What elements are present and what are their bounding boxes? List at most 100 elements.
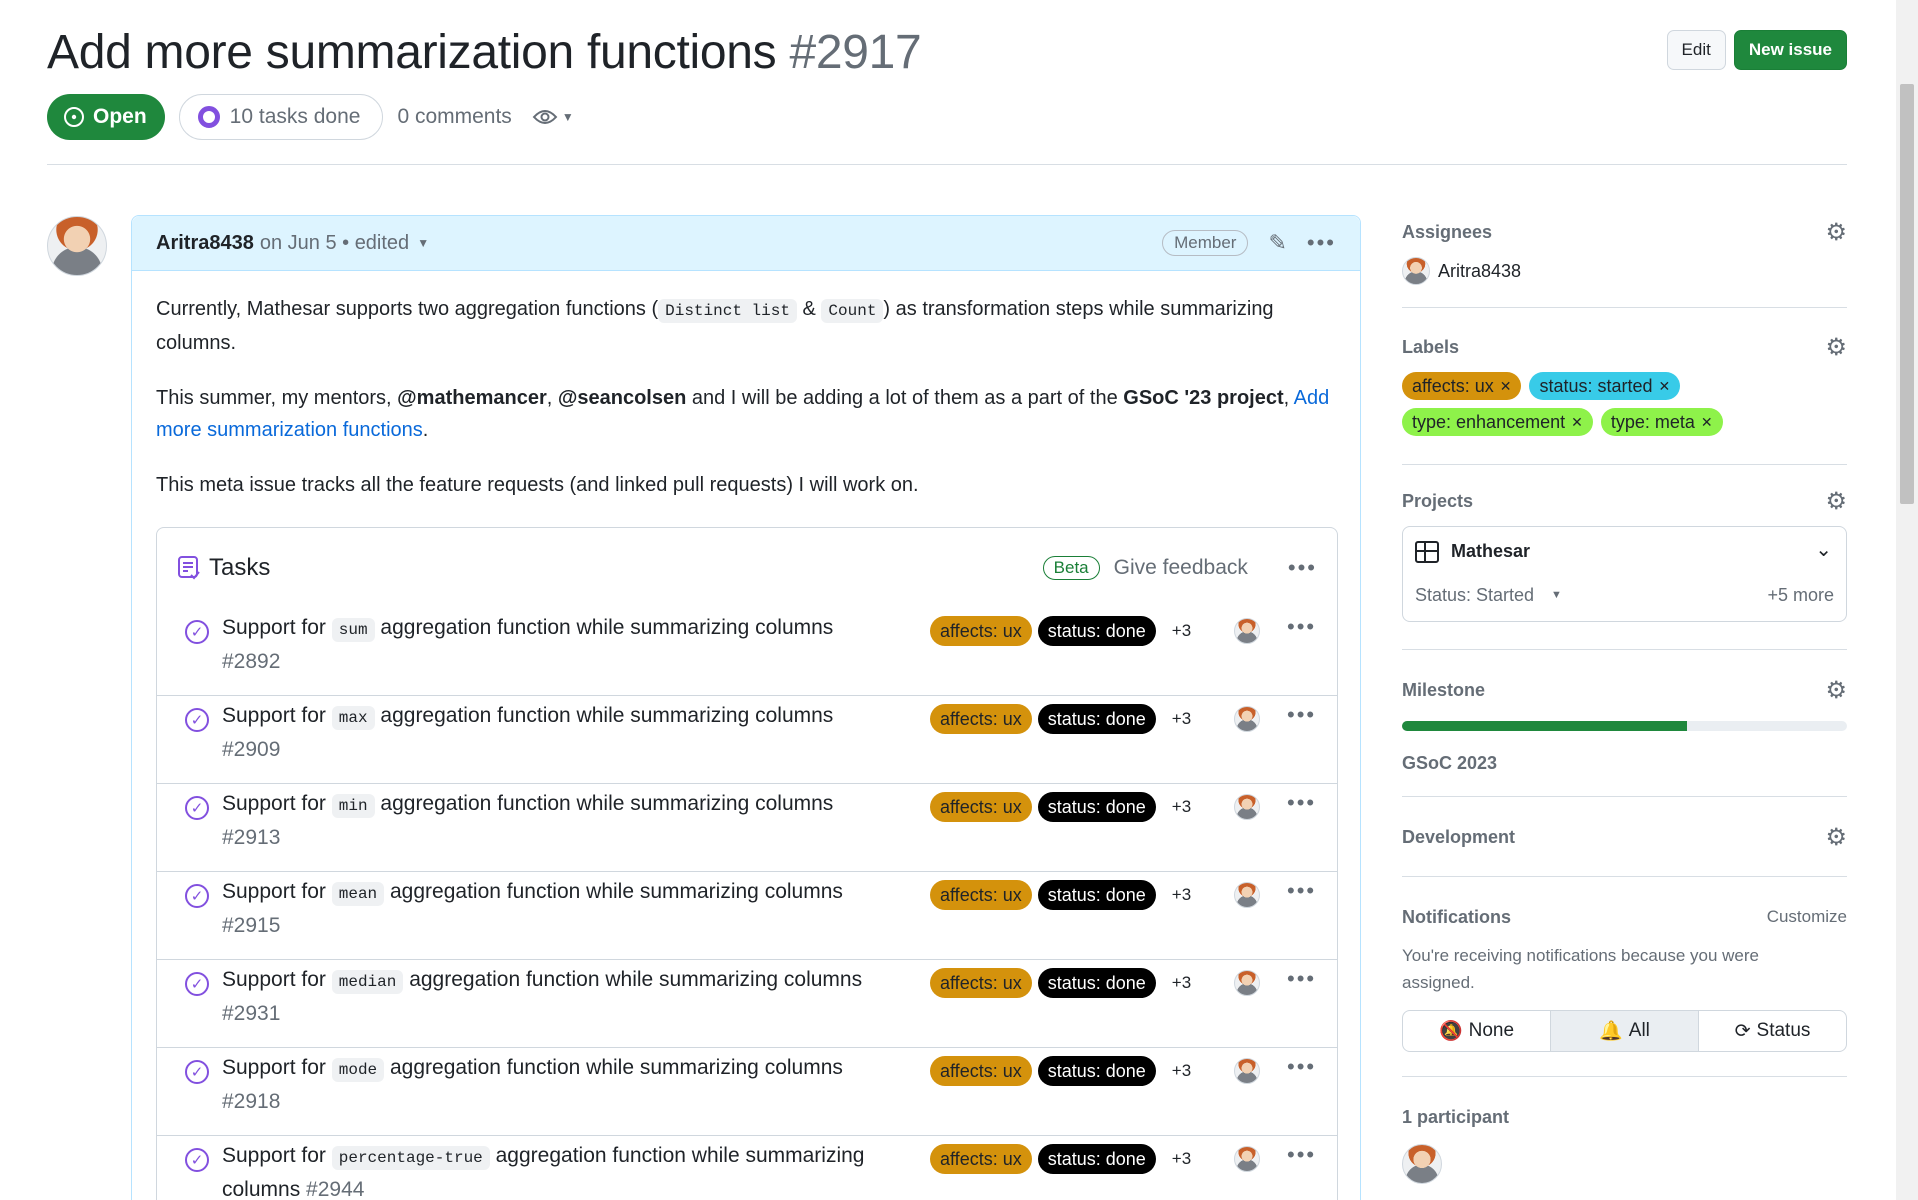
task-assignee-avatar[interactable] <box>1234 1146 1260 1172</box>
edit-button[interactable]: Edit <box>1666 30 1726 70</box>
task-number[interactable]: #2913 <box>222 826 280 849</box>
notify-none-button[interactable]: 🔕 None <box>1403 1011 1551 1051</box>
pencil-icon[interactable]: ✎ <box>1268 230 1286 256</box>
task-assignee-avatar[interactable] <box>1234 706 1260 732</box>
check-circle-icon: ✓ <box>185 620 209 644</box>
more-labels-count[interactable]: +3 <box>1172 885 1191 905</box>
task-text[interactable]: Support for percentage-true aggregation … <box>222 1140 882 1200</box>
task-text[interactable]: Support for min aggregation function whi… <box>222 788 882 854</box>
chevron-down-icon[interactable]: ⌄ <box>1815 537 1832 562</box>
label-text: type: meta <box>1610 411 1695 432</box>
task-number[interactable]: #2892 <box>222 650 280 673</box>
task-text[interactable]: Support for mean aggregation function wh… <box>222 876 882 942</box>
label-affects-ux[interactable]: affects: ux <box>930 616 1032 646</box>
label-affects-ux[interactable]: affects: ux <box>930 1056 1032 1086</box>
task-assignee-avatar[interactable] <box>1234 618 1260 644</box>
gear-icon[interactable]: ⚙ <box>1825 218 1847 247</box>
task-number[interactable]: #2915 <box>222 914 280 937</box>
kebab-menu-icon[interactable]: ••• <box>1287 1054 1316 1080</box>
labels-section: Labels ⚙ affects: ux ✕ status: started ✕ typ… <box>1402 308 1847 465</box>
task-number[interactable]: #2909 <box>222 738 280 761</box>
task-row[interactable]: ✓ Support for percentage-true aggregatio… <box>157 1136 1337 1200</box>
label-affects-ux[interactable]: affects: ux <box>930 880 1032 910</box>
project-status[interactable]: Status: Started <box>1415 585 1534 606</box>
tasks-done-badge[interactable]: 10 tasks done <box>178 94 384 140</box>
watch-dropdown[interactable]: ▼ <box>532 107 574 127</box>
kebab-menu-icon[interactable]: ••• <box>1287 790 1316 816</box>
label-status-done[interactable]: status: done <box>1037 704 1156 734</box>
label-status-done[interactable]: status: done <box>1037 968 1156 998</box>
close-icon[interactable]: ✕ <box>1659 378 1671 395</box>
task-row[interactable]: ✓ Support for mean aggregation function … <box>157 872 1337 960</box>
task-text[interactable]: Support for sum aggregation function whi… <box>222 612 882 678</box>
comment-author[interactable]: Aritra8438 <box>156 232 254 255</box>
task-assignee-avatar[interactable] <box>1234 970 1260 996</box>
more-labels-count[interactable]: +3 <box>1172 1061 1191 1081</box>
new-issue-button[interactable]: New issue <box>1733 30 1847 70</box>
sidebar-label[interactable]: type: enhancement ✕ <box>1402 408 1593 436</box>
caret-down-icon[interactable]: ▼ <box>417 236 429 250</box>
comment-meta[interactable]: on Jun 5 • edited <box>260 232 409 255</box>
author-avatar[interactable] <box>47 216 107 276</box>
assignee-row[interactable]: Aritra8438 <box>1402 257 1847 285</box>
close-icon[interactable]: ✕ <box>1500 378 1512 395</box>
more-labels-count[interactable]: +3 <box>1172 797 1191 817</box>
task-row[interactable]: ✓ Support for min aggregation function w… <box>157 784 1337 872</box>
kebab-menu-icon[interactable]: ••• <box>1287 702 1316 728</box>
milestone-name[interactable]: GSoC 2023 <box>1402 753 1847 774</box>
more-labels-count[interactable]: +3 <box>1172 621 1191 641</box>
kebab-menu-icon[interactable]: ••• <box>1287 1142 1316 1168</box>
participant-avatar[interactable] <box>1402 1144 1442 1184</box>
task-assignee-avatar[interactable] <box>1234 794 1260 820</box>
more-labels-count[interactable]: +3 <box>1172 973 1191 993</box>
kebab-menu-icon[interactable]: ••• <box>1288 555 1317 581</box>
task-number[interactable]: #2931 <box>222 1002 280 1025</box>
close-icon[interactable]: ✕ <box>1701 414 1713 431</box>
kebab-menu-icon[interactable]: ••• <box>1307 230 1336 256</box>
close-icon[interactable]: ✕ <box>1571 414 1583 431</box>
sidebar-label[interactable]: status: started ✕ <box>1529 372 1681 400</box>
task-row[interactable]: ✓ Support for median aggregation functio… <box>157 960 1337 1048</box>
gear-icon[interactable]: ⚙ <box>1825 676 1847 705</box>
sidebar-label[interactable]: affects: ux ✕ <box>1402 372 1522 400</box>
gear-icon[interactable]: ⚙ <box>1825 333 1847 362</box>
give-feedback-link[interactable]: Give feedback <box>1114 556 1248 580</box>
mention-link[interactable]: @seancolsen <box>558 387 686 409</box>
task-row[interactable]: ✓ Support for sum aggregation function w… <box>157 608 1337 696</box>
label-affects-ux[interactable]: affects: ux <box>930 1144 1032 1174</box>
task-number[interactable]: #2918 <box>222 1090 280 1113</box>
mention-link[interactable]: @mathemancer <box>397 387 547 409</box>
task-text[interactable]: Support for median aggregation function … <box>222 964 882 1030</box>
more-labels-count[interactable]: +3 <box>1172 709 1191 729</box>
gear-icon[interactable]: ⚙ <box>1825 823 1847 852</box>
task-row[interactable]: ✓ Support for max aggregation function w… <box>157 696 1337 784</box>
label-status-done[interactable]: status: done <box>1037 880 1156 910</box>
scrollbar-thumb[interactable] <box>1900 84 1914 504</box>
task-assignee-avatar[interactable] <box>1234 882 1260 908</box>
label-affects-ux[interactable]: affects: ux <box>930 792 1032 822</box>
kebab-menu-icon[interactable]: ••• <box>1287 966 1316 992</box>
notify-status-button[interactable]: ⟳ Status <box>1699 1011 1846 1051</box>
kebab-menu-icon[interactable]: ••• <box>1287 614 1316 640</box>
project-name[interactable]: Mathesar <box>1451 541 1530 562</box>
sidebar-label[interactable]: type: meta ✕ <box>1600 408 1723 436</box>
more-labels-count[interactable]: +3 <box>1172 1149 1191 1169</box>
task-text[interactable]: Support for mode aggregation function wh… <box>222 1052 882 1118</box>
label-status-done[interactable]: status: done <box>1037 616 1156 646</box>
task-number[interactable]: #2944 <box>306 1178 364 1200</box>
label-status-done[interactable]: status: done <box>1037 1056 1156 1086</box>
label-status-done[interactable]: status: done <box>1037 792 1156 822</box>
project-more[interactable]: +5 more <box>1767 585 1834 606</box>
label-status-done[interactable]: status: done <box>1037 1144 1156 1174</box>
task-row[interactable]: ✓ Support for mode aggregation function … <box>157 1048 1337 1136</box>
task-assignee-avatar[interactable] <box>1234 1058 1260 1084</box>
customize-link[interactable]: Customize <box>1767 907 1847 927</box>
gear-icon[interactable]: ⚙ <box>1825 487 1847 516</box>
label-affects-ux[interactable]: affects: ux <box>930 968 1032 998</box>
caret-down-icon[interactable]: ▼ <box>1551 589 1562 601</box>
task-text[interactable]: Support for max aggregation function whi… <box>222 700 882 766</box>
label-affects-ux[interactable]: affects: ux <box>930 704 1032 734</box>
kebab-menu-icon[interactable]: ••• <box>1287 878 1316 904</box>
notify-all-button[interactable]: 🔔 All <box>1551 1011 1699 1051</box>
scrollbar[interactable] <box>1896 0 1918 1200</box>
